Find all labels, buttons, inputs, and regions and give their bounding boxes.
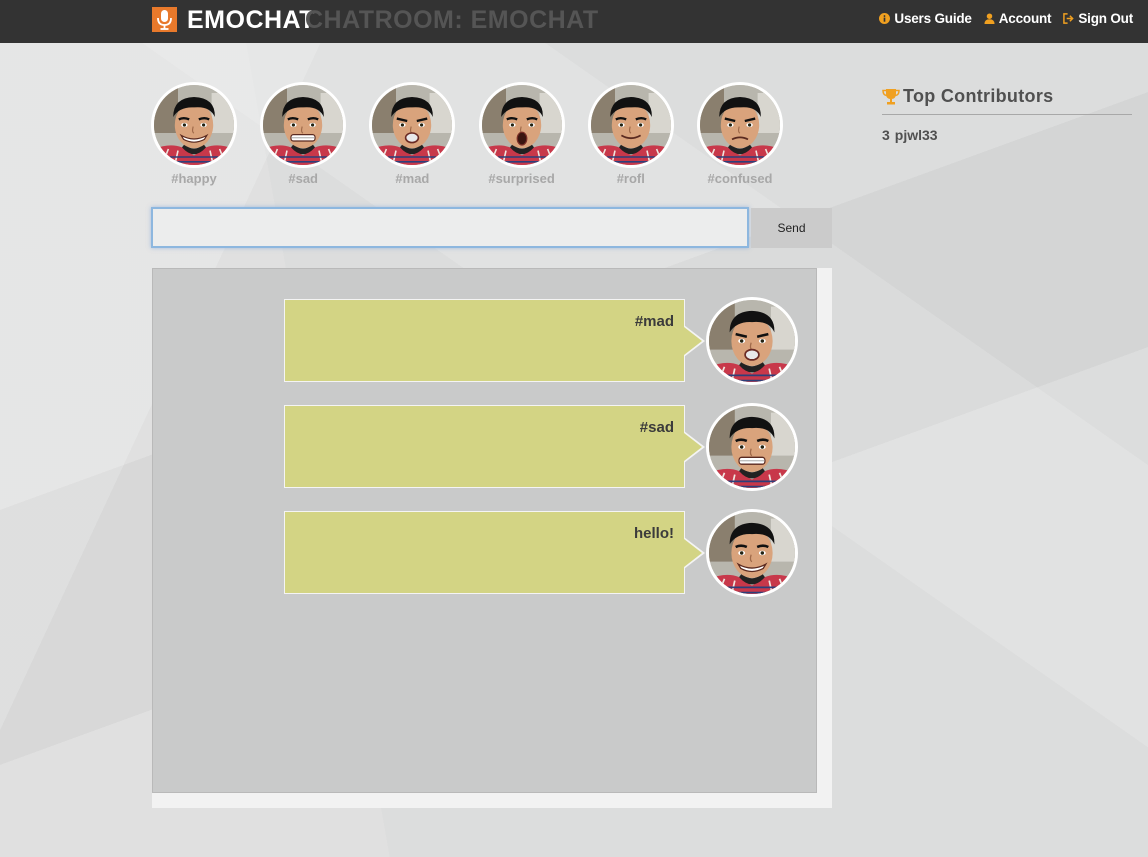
emotion-sad[interactable]: #sad xyxy=(248,82,358,186)
info-icon xyxy=(879,13,891,24)
chat-log[interactable]: #mad #sad hello! xyxy=(152,268,817,793)
message-avatar xyxy=(706,403,798,491)
top-contributors-title: Top Contributors xyxy=(903,86,1054,106)
message-bubble: #sad xyxy=(284,405,685,488)
message-avatar xyxy=(706,297,798,385)
message-input[interactable] xyxy=(151,207,749,248)
microphone-logo-icon[interactable] xyxy=(152,7,177,32)
emotion-tag: #happy xyxy=(171,171,217,186)
emotion-tag: #surprised xyxy=(488,171,555,186)
nav-sign-out-label: Sign Out xyxy=(1078,11,1133,26)
nav-users-guide[interactable]: Users Guide xyxy=(879,11,972,26)
emotion-mad[interactable]: #mad xyxy=(357,82,467,186)
send-button[interactable]: Send xyxy=(751,208,832,248)
emotion-tag: #confused xyxy=(707,171,773,186)
user-icon xyxy=(984,13,995,24)
nav-users-guide-label: Users Guide xyxy=(894,11,972,26)
nav-account[interactable]: Account xyxy=(984,11,1052,26)
bubble-arrow xyxy=(684,539,702,567)
top-contributors-header: Top Contributors xyxy=(882,86,1132,115)
top-navbar: EMOCHAT CHATROOM: EMOCHAT Users Guide Ac… xyxy=(0,0,1148,43)
emotion-avatar xyxy=(587,82,674,168)
contributor-row: 3 pjwl33 xyxy=(882,127,1132,143)
emotion-happy[interactable]: #happy xyxy=(139,82,249,186)
trophy-icon xyxy=(882,88,900,106)
chat-message: hello! xyxy=(284,509,798,597)
message-text: #mad xyxy=(634,313,674,330)
emotion-tag: #rofl xyxy=(616,171,645,186)
message-text: hello! xyxy=(634,525,674,542)
sign-out-icon xyxy=(1063,13,1075,24)
top-contributors-panel: Top Contributors 3 pjwl33 xyxy=(882,86,1132,143)
nav-sign-out[interactable]: Sign Out xyxy=(1063,11,1133,26)
emotion-tag: #sad xyxy=(288,171,318,186)
chatroom-title: CHATROOM: EMOCHAT xyxy=(305,6,599,34)
chat-message: #mad xyxy=(284,297,798,385)
emotion-avatar xyxy=(151,82,237,168)
emotion-rofl[interactable]: #rofl xyxy=(576,82,686,186)
emotion-picker: #happy #sad #mad #surprised #rofl #confused xyxy=(151,82,832,192)
chat-message: #sad xyxy=(284,403,798,491)
message-avatar xyxy=(706,509,798,597)
emotion-confused[interactable]: #confused xyxy=(685,82,795,186)
contributors-list: 3 pjwl33 xyxy=(882,127,1132,143)
contributor-count: 3 xyxy=(882,127,890,143)
emotion-avatar xyxy=(369,82,456,168)
emotion-avatar xyxy=(478,82,565,168)
chat-panel: #mad #sad hello! xyxy=(152,268,832,808)
contributor-name[interactable]: pjwl33 xyxy=(895,127,938,143)
emotion-avatar xyxy=(697,82,783,168)
bubble-arrow xyxy=(684,327,702,355)
emotion-tag: #mad xyxy=(395,171,430,186)
emotion-avatar xyxy=(260,82,347,168)
message-text: #sad xyxy=(639,419,674,436)
message-bubble: #mad xyxy=(284,299,685,382)
emotion-surprised[interactable]: #surprised xyxy=(467,82,577,186)
message-bubble: hello! xyxy=(284,511,685,594)
bubble-arrow xyxy=(684,433,702,461)
nav-account-label: Account xyxy=(998,11,1052,26)
top-nav-links: Users Guide Account Sign Out xyxy=(879,11,1133,26)
brand-name[interactable]: EMOCHAT xyxy=(187,6,315,35)
